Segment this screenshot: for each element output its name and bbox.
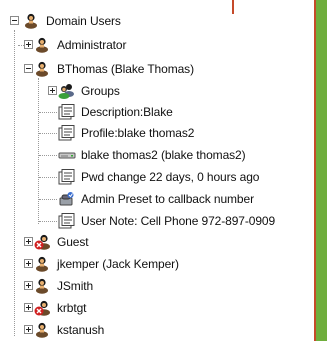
property-icon	[58, 104, 76, 120]
node-label: Description:Blake	[81, 105, 173, 119]
node-label: Profile:blake thomas2	[81, 126, 195, 140]
expand-toggle[interactable]	[24, 303, 33, 312]
tree-node-user-note[interactable]: User Note: Cell Phone 972-897-0909	[58, 211, 275, 231]
property-icon	[58, 169, 76, 185]
tree-connector	[38, 78, 39, 224]
user-icon	[34, 37, 52, 53]
user-tree-panel: Domain Users Administrator BThomas (Blak…	[0, 0, 316, 341]
expand-toggle[interactable]	[24, 40, 33, 49]
expand-toggle[interactable]	[24, 259, 33, 268]
node-label: kstanush	[57, 323, 105, 337]
tree-node-pwd-change[interactable]: Pwd change 22 days, 0 hours ago	[58, 167, 259, 187]
tree-connector	[14, 30, 15, 336]
groups-icon	[58, 83, 76, 99]
tree-node-groups[interactable]: Groups	[48, 81, 120, 101]
tree-node-administrator[interactable]: Administrator	[24, 35, 127, 55]
disabled-user-icon	[34, 300, 52, 316]
tree-node-krbtgt[interactable]: krbtgt	[24, 298, 87, 318]
expand-toggle[interactable]	[24, 325, 33, 334]
disabled-user-icon	[34, 234, 52, 250]
collapse-toggle[interactable]	[24, 64, 33, 73]
node-label: Admin Preset to callback number	[81, 192, 254, 206]
tree-node-jkemper[interactable]: jkemper (Jack Kemper)	[24, 254, 179, 274]
tree-node-guest[interactable]: Guest	[24, 232, 89, 252]
tree-node-kstanush[interactable]: kstanush	[24, 320, 105, 340]
node-label: Groups	[81, 84, 120, 98]
node-label: Pwd change 22 days, 0 hours ago	[81, 170, 260, 184]
expand-toggle[interactable]	[48, 86, 57, 95]
expand-toggle[interactable]	[24, 281, 33, 290]
node-label: User Note: Cell Phone 972-897-0909	[81, 214, 276, 228]
node-label: Domain Users	[46, 14, 121, 28]
node-label: JSmith	[57, 279, 94, 293]
callback-icon	[58, 191, 76, 207]
tree-node-callback[interactable]: Admin Preset to callback number	[58, 189, 254, 209]
user-icon	[34, 278, 52, 294]
tree-node-home-drive[interactable]: blake thomas2 (blake thomas2)	[58, 145, 246, 165]
user-icon	[34, 322, 52, 338]
node-label: Guest	[57, 235, 89, 249]
drive-icon	[58, 147, 76, 163]
tree-node-description[interactable]: Description:Blake	[58, 102, 173, 122]
node-label: BThomas (Blake Thomas)	[57, 62, 194, 76]
property-icon	[58, 125, 76, 141]
user-group-icon	[23, 13, 41, 29]
tree-node-domain-users[interactable]: Domain Users	[10, 11, 121, 31]
node-label: blake thomas2 (blake thomas2)	[81, 148, 246, 162]
user-icon	[34, 61, 52, 77]
expand-toggle[interactable]	[24, 237, 33, 246]
tree-node-bthomas[interactable]: BThomas (Blake Thomas)	[24, 59, 194, 79]
tree-node-profile[interactable]: Profile:blake thomas2	[58, 123, 194, 143]
collapse-toggle[interactable]	[10, 16, 19, 25]
node-label: Administrator	[57, 38, 127, 52]
property-icon	[58, 213, 76, 229]
tree-node-jsmith[interactable]: JSmith	[24, 276, 94, 296]
node-label: jkemper (Jack Kemper)	[57, 257, 179, 271]
node-label: krbtgt	[57, 301, 87, 315]
user-icon	[34, 256, 52, 272]
pointer-line	[232, 0, 234, 14]
